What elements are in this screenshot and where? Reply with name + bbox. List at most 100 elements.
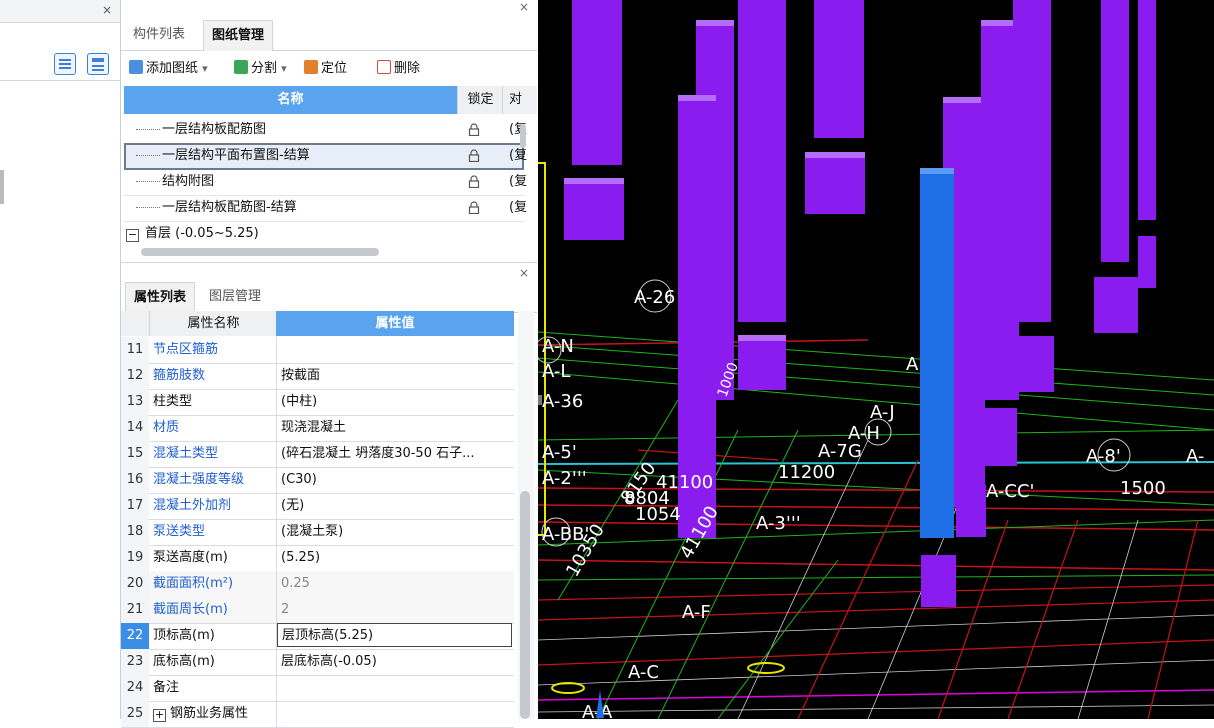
selected-column[interactable] xyxy=(920,168,954,538)
split-dropdown-icon[interactable]: ▾ xyxy=(281,62,287,75)
drawing-table-scrollbar[interactable] xyxy=(520,124,526,148)
column-divider xyxy=(276,519,277,545)
locate-button[interactable]: 定位 xyxy=(304,54,347,84)
drawing-panel-close-button[interactable]: × xyxy=(519,0,529,14)
tab-component-list[interactable]: 构件列表 xyxy=(125,20,193,50)
property-row-index: 15 xyxy=(121,441,149,467)
locate-icon xyxy=(304,60,318,74)
tab-layer-management[interactable]: 图层管理 xyxy=(201,282,269,312)
column-header-lock[interactable]: 锁定 xyxy=(457,86,503,114)
floor-label: 首层 (-0.05~5.25) xyxy=(145,226,259,241)
floor-group-row[interactable]: − 首层 (-0.05~5.25) xyxy=(124,222,259,246)
property-row-index: 17 xyxy=(121,493,149,519)
detail-view-icon[interactable] xyxy=(87,53,109,75)
property-row[interactable]: 21 截面周长(m) 2 xyxy=(121,597,514,624)
axis-label: A-7G xyxy=(818,441,862,462)
property-value[interactable]: 按截面 xyxy=(281,363,511,389)
property-row[interactable]: 11 节点区箍筋 xyxy=(121,337,514,364)
tree-connector xyxy=(136,207,160,208)
property-name-text: 截面面积(m²) xyxy=(153,576,234,591)
property-value[interactable]: (混凝土泵) xyxy=(281,519,511,545)
column-header-compare[interactable]: 对 xyxy=(502,86,537,114)
collapse-toggle-icon[interactable]: − xyxy=(126,229,139,242)
split-button[interactable]: 分割 ▾ xyxy=(234,54,287,84)
drawing-row-compare: (复 xyxy=(509,174,528,189)
column-header-name[interactable]: 名称 xyxy=(124,86,457,114)
column-divider xyxy=(276,597,277,623)
add-drawing-dropdown-icon[interactable]: ▾ xyxy=(202,62,208,75)
property-row[interactable]: 16 混凝土强度等级 (C30) xyxy=(121,467,514,494)
left-panel-splitter[interactable] xyxy=(0,170,4,204)
drawing-row[interactable]: 一层结构板配筋图 (复 xyxy=(124,117,527,144)
property-row[interactable]: 23 底标高(m) 层底标高(-0.05) xyxy=(121,649,514,676)
property-table-scrollbar[interactable] xyxy=(520,491,530,719)
drawing-row[interactable]: 结构附图 (复 xyxy=(124,169,528,196)
axis-label: A-3''' xyxy=(756,513,801,534)
drawing-row-selected[interactable]: 一层结构平面布置图-结算 (复 xyxy=(124,143,527,170)
axis-label: A-L xyxy=(542,361,570,382)
property-name-text: 材质 xyxy=(153,420,180,435)
property-row[interactable]: 20 截面面积(m²) 0.25 xyxy=(121,571,514,598)
column-header-property-value[interactable]: 属性值 xyxy=(276,311,514,336)
property-value[interactable]: (C30) xyxy=(281,467,511,493)
add-drawing-button[interactable]: 添加图纸 ▾ xyxy=(129,54,208,84)
property-value[interactable]: (5.25) xyxy=(281,545,511,571)
property-value[interactable]: 现浇混凝土 xyxy=(281,415,511,441)
tree-connector xyxy=(136,155,160,156)
axis-label: A-F xyxy=(682,602,711,623)
expand-toggle-icon[interactable]: + xyxy=(153,709,166,722)
splitter-handle[interactable] xyxy=(538,395,542,405)
tab-property-list[interactable]: 属性列表 xyxy=(125,282,196,313)
lock-icon[interactable] xyxy=(468,201,480,214)
property-row[interactable]: 12 箍筋肢数 按截面 xyxy=(121,363,514,390)
property-value[interactable]: (中柱) xyxy=(281,389,511,415)
axis-label: A-J xyxy=(870,402,895,423)
left-panel-close-button[interactable]: × xyxy=(102,3,112,17)
property-value[interactable]: 层底标高(-0.05) xyxy=(281,649,511,675)
lock-icon[interactable] xyxy=(468,123,480,136)
axis-label: A-8' xyxy=(1086,446,1121,467)
column-divider xyxy=(276,467,277,493)
property-name-text: 顶标高(m) xyxy=(153,628,215,643)
property-row[interactable]: 24 备注 xyxy=(121,675,514,702)
property-row[interactable]: 22 顶标高(m) 层顶标高(5.25) xyxy=(121,623,514,650)
drawing-row-label: 结构附图 xyxy=(162,174,215,189)
drawing-table-hscrollbar[interactable] xyxy=(141,248,379,256)
column-header-property-name[interactable]: 属性名称 xyxy=(149,311,277,336)
property-name-text: 节点区箍筋 xyxy=(153,342,219,357)
axis-label: A-26 xyxy=(634,287,675,308)
property-row[interactable]: 25 + 钢筋业务属性 xyxy=(121,701,514,728)
property-row-index: 24 xyxy=(121,675,149,701)
property-row[interactable]: 14 材质 现浇混凝土 xyxy=(121,415,514,442)
viewport-canvas: A-26 A-N A-L A-36 A-5' A-2''' A-BB' A-J … xyxy=(538,0,1214,719)
property-value[interactable]: (碎石混凝土 坍落度30-50 石子... xyxy=(281,441,511,467)
property-name-text: 混凝土类型 xyxy=(153,446,219,461)
property-name: + 钢筋业务属性 xyxy=(153,701,248,727)
property-value[interactable]: (无) xyxy=(281,493,511,519)
delete-button[interactable]: 删除 xyxy=(377,54,420,84)
column-divider xyxy=(276,675,277,701)
property-name: 混凝土外加剂 xyxy=(153,493,231,519)
list-view-icon[interactable] xyxy=(54,53,76,75)
lock-icon[interactable] xyxy=(468,175,480,188)
property-value[interactable]: 层顶标高(5.25) xyxy=(277,623,512,647)
property-panel-close-button[interactable]: × xyxy=(519,266,529,280)
3d-model-viewport[interactable]: A-26 A-N A-L A-36 A-5' A-2''' A-BB' A-J … xyxy=(538,0,1214,719)
tab-drawing-management[interactable]: 图纸管理 xyxy=(203,20,274,51)
column-divider xyxy=(276,363,277,389)
property-row[interactable]: 18 泵送类型 (混凝土泵) xyxy=(121,519,514,546)
property-value[interactable]: 2 xyxy=(281,597,511,623)
axis-label: A- xyxy=(1186,446,1204,467)
lock-icon[interactable] xyxy=(468,149,480,162)
property-row-index: 22 xyxy=(121,623,149,649)
property-row[interactable]: 17 混凝土外加剂 (无) xyxy=(121,493,514,520)
property-value[interactable]: 0.25 xyxy=(281,571,511,597)
property-row[interactable]: 19 泵送高度(m) (5.25) xyxy=(121,545,514,572)
drawing-row-label: 一层结构板配筋图-结算 xyxy=(162,200,297,215)
property-row[interactable]: 15 混凝土类型 (碎石混凝土 坍落度30-50 石子... xyxy=(121,441,514,468)
property-name: 截面面积(m²) xyxy=(153,571,233,597)
column-divider xyxy=(276,493,277,519)
axis-label: A-2''' xyxy=(542,468,587,489)
property-row[interactable]: 13 柱类型 (中柱) xyxy=(121,389,514,416)
drawing-row[interactable]: 一层结构板配筋图-结算 (复 xyxy=(124,195,527,222)
